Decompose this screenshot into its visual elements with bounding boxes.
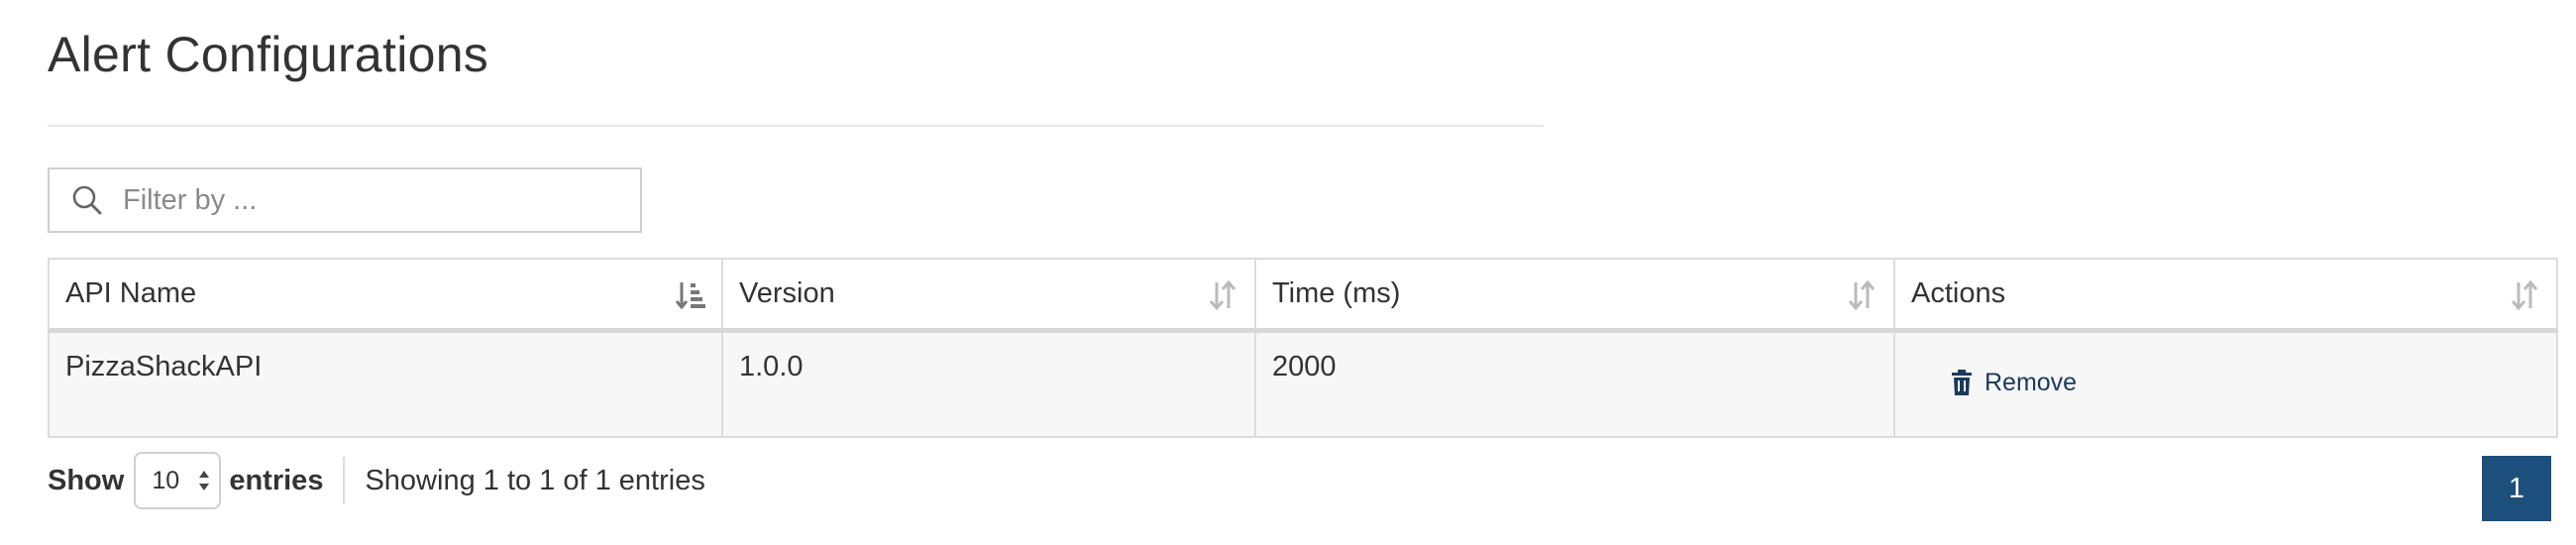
column-header-api-name[interactable]: API Name: [48, 258, 723, 333]
cell-api-name: PizzaShackAPI: [48, 329, 723, 438]
sort-ascending-icon[interactable]: [674, 279, 705, 311]
page-title: Alert Configurations: [48, 27, 489, 82]
table-info: Showing 1 to 1 of 1 entries: [365, 464, 705, 496]
table-footer: Show 10 entries Showing 1 to 1 of 1 entr…: [48, 452, 705, 509]
sort-unsorted-icon[interactable]: [2509, 279, 2540, 311]
table-row: PizzaShackAPI 1.0.0 2000 Remove: [48, 329, 2558, 438]
filter-field[interactable]: [48, 167, 642, 233]
select-arrows-icon: [199, 471, 210, 490]
search-icon: [67, 180, 107, 220]
filter-input[interactable]: [121, 182, 620, 218]
column-header-label: Version: [739, 276, 835, 309]
cell-version: 1.0.0: [721, 329, 1256, 438]
page-size-select[interactable]: 10: [134, 452, 222, 509]
column-header-time[interactable]: Time (ms): [1254, 258, 1895, 333]
column-header-label: Actions: [1911, 276, 2006, 309]
sort-unsorted-icon[interactable]: [1207, 279, 1238, 311]
remove-button[interactable]: Remove: [1951, 369, 2077, 397]
title-divider: [48, 125, 1544, 127]
remove-button-label: Remove: [1985, 368, 2078, 396]
column-header-version[interactable]: Version: [721, 258, 1256, 333]
alert-config-table: API Name Version Time (ms) Actions Pizza…: [48, 258, 2558, 438]
show-label: Show: [48, 464, 125, 496]
column-header-label: Time (ms): [1272, 276, 1401, 309]
alert-configurations-page: Alert Configurations API Name: [0, 0, 2576, 545]
page-size-value: 10: [152, 466, 180, 494]
sort-unsorted-icon[interactable]: [1846, 279, 1878, 311]
pagination-page-1[interactable]: 1: [2482, 456, 2551, 521]
cell-actions: Remove: [1893, 329, 2558, 438]
column-header-label: API Name: [65, 276, 197, 309]
cell-time-ms: 2000: [1254, 329, 1895, 438]
footer-divider: [343, 457, 346, 504]
table-header-row: API Name Version Time (ms) Actions: [48, 258, 2558, 333]
entries-label: entries: [229, 464, 324, 496]
trash-icon: [1952, 370, 1972, 395]
column-header-actions[interactable]: Actions: [1893, 258, 2558, 333]
